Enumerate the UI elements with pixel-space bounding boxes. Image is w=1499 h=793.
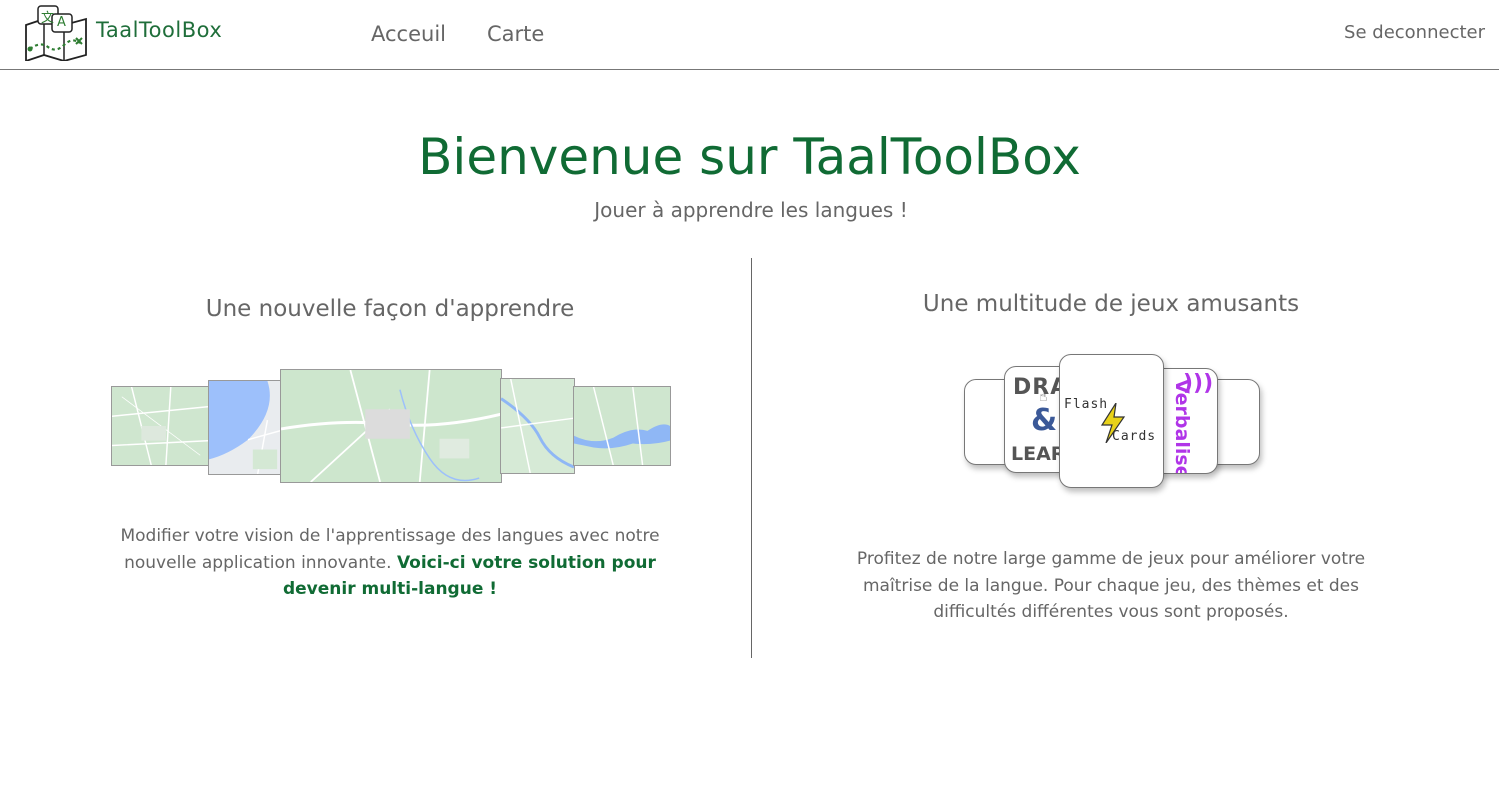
map-thumbnail: [208, 380, 284, 475]
map-thumbnail: [500, 378, 575, 474]
logout-link[interactable]: Se deconnecter: [1344, 22, 1485, 43]
cards-label: Cards: [1112, 429, 1157, 444]
logo-icon[interactable]: 文 A: [24, 5, 88, 63]
navbar: 文 A TaalToolBox Acceuil Carte Se deconne…: [0, 0, 1499, 70]
map-thumbnail: [573, 386, 671, 466]
nav-link-acceuil[interactable]: Acceuil: [371, 22, 446, 46]
left-section-title: Une nouvelle façon d'apprendre: [205, 296, 575, 322]
learn-title: LEAR: [1011, 443, 1066, 465]
left-section-text: Modifier votre vision de l'apprentissage…: [108, 523, 672, 603]
sound-waves-icon: ))): [1183, 371, 1214, 396]
map-thumbnail: [111, 386, 211, 466]
brand-name[interactable]: TaalToolBox: [96, 18, 222, 42]
logo-glyph-top: 文: [41, 11, 55, 26]
column-divider: [751, 258, 752, 658]
page-title: Bienvenue sur TaalToolBox: [418, 128, 1081, 186]
map-thumbnail: [280, 369, 502, 483]
right-section-text: Profitez de notre large gamme de jeux po…: [856, 549, 1366, 622]
drag-ampersand: &: [1031, 403, 1058, 438]
right-section-title: Une multitude de jeux amusants: [922, 291, 1300, 317]
logo-glyph-bottom: A: [57, 15, 66, 30]
page-subtitle: Jouer à apprendre les langues !: [594, 198, 908, 222]
game-card-flash-cards[interactable]: Flash Cards: [1059, 354, 1164, 488]
nav-link-carte[interactable]: Carte: [487, 22, 544, 46]
